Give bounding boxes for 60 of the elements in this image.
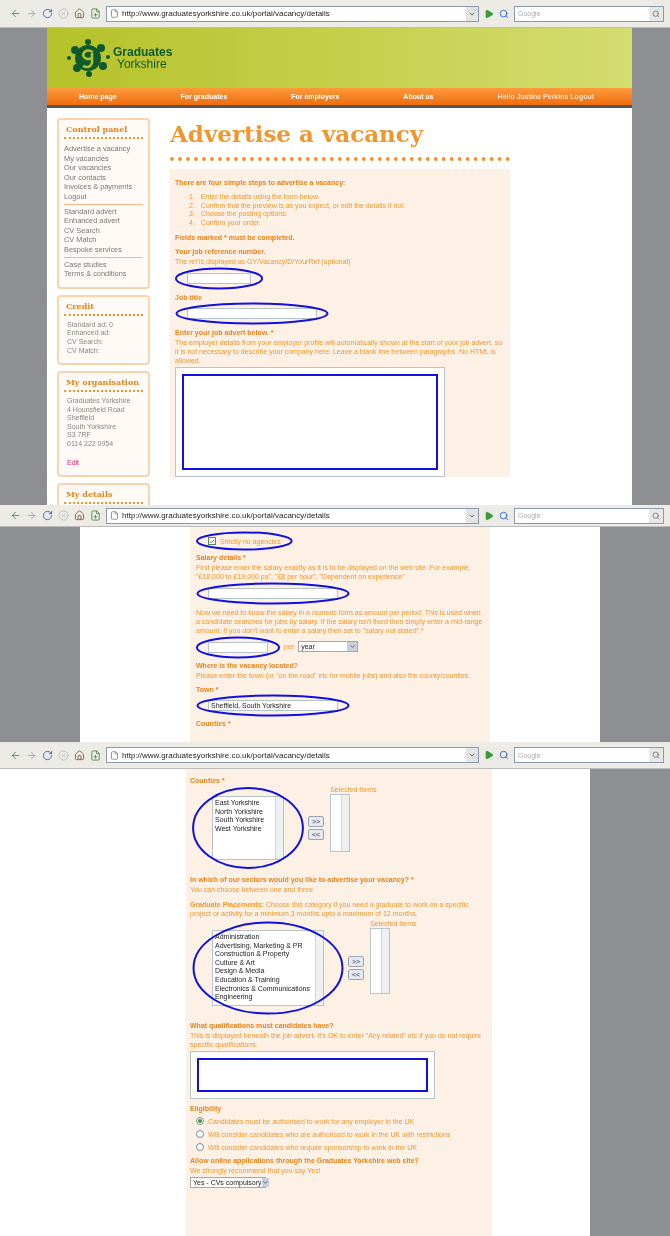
- search-engine-icon[interactable]: [499, 750, 509, 760]
- refresh-icon[interactable]: [42, 8, 53, 19]
- logo-icon: [65, 38, 111, 78]
- panel-title: My organisation: [64, 376, 143, 393]
- refresh-icon[interactable]: [42, 749, 53, 761]
- page-title: Advertise a vacancy: [170, 120, 425, 147]
- back-arrow-icon[interactable]: [10, 8, 21, 19]
- textarea-field[interactable]: [175, 367, 445, 478]
- text-field[interactable]: [187, 308, 317, 320]
- address-bar[interactable]: http://www.graduatesyorkshire.co.uk/portal/vacancy/details: [106, 747, 479, 763]
- home-icon[interactable]: [74, 749, 85, 761]
- page-plus-icon[interactable]: [90, 8, 101, 19]
- stop-icon[interactable]: [58, 8, 69, 19]
- dropdown-icon[interactable]: [466, 508, 478, 523]
- search-icon[interactable]: [649, 6, 663, 21]
- go-icon[interactable]: [484, 750, 494, 760]
- search-icon[interactable]: [649, 508, 663, 523]
- radio-button[interactable]: [196, 1117, 204, 1125]
- page-icon: [110, 750, 119, 760]
- forward-arrow-icon[interactable]: [26, 510, 37, 521]
- stop-icon[interactable]: [58, 510, 69, 521]
- address-bar[interactable]: http://www.graduatesyorkshire.co.uk/portal/vacancy/details: [106, 507, 479, 524]
- refresh-icon[interactable]: [42, 510, 53, 521]
- scrollbar[interactable]: [315, 931, 323, 1005]
- go-icon[interactable]: [484, 8, 494, 19]
- back-arrow-icon[interactable]: [10, 510, 21, 521]
- dropdown-icon[interactable]: [466, 6, 478, 21]
- textarea-field[interactable]: [190, 1051, 435, 1099]
- caret-icon: [261, 1178, 269, 1187]
- search-engine-icon[interactable]: [499, 510, 509, 521]
- search-engine-icon[interactable]: [499, 8, 509, 19]
- radio-button[interactable]: [196, 1143, 204, 1151]
- page-plus-icon[interactable]: [90, 510, 101, 521]
- selected-list[interactable]: [330, 794, 351, 852]
- page-icon: [110, 511, 119, 520]
- panel-title: My details: [64, 487, 143, 504]
- amount-field[interactable]: [208, 642, 268, 653]
- forward-arrow-icon[interactable]: [26, 749, 37, 761]
- forward-arrow-icon[interactable]: [26, 8, 37, 19]
- home-icon[interactable]: [74, 510, 85, 521]
- checkbox[interactable]: [208, 537, 216, 545]
- dropdown-icon[interactable]: [466, 748, 478, 762]
- caret-icon: [347, 642, 358, 651]
- text-field[interactable]: [208, 588, 338, 599]
- scrollbar[interactable]: [275, 797, 283, 859]
- search-icon[interactable]: [649, 748, 663, 762]
- radio-button[interactable]: [196, 1130, 204, 1138]
- panel-title: Control panel: [64, 123, 143, 139]
- back-arrow-icon[interactable]: [10, 749, 21, 761]
- stop-icon[interactable]: [58, 749, 69, 761]
- page-icon: [110, 9, 119, 18]
- logo-text: Yorkshire: [116, 58, 168, 70]
- page-plus-icon[interactable]: [90, 749, 101, 761]
- go-icon[interactable]: [484, 510, 494, 521]
- panel-title: Credit: [64, 299, 143, 316]
- home-icon[interactable]: [74, 8, 85, 19]
- text-field[interactable]: [187, 273, 251, 285]
- logo-text: Graduates: [113, 46, 173, 58]
- address-bar[interactable]: http://www.graduatesyorkshire.co.uk/portal/vacancy/details: [106, 5, 479, 22]
- selected-list[interactable]: [370, 928, 391, 994]
